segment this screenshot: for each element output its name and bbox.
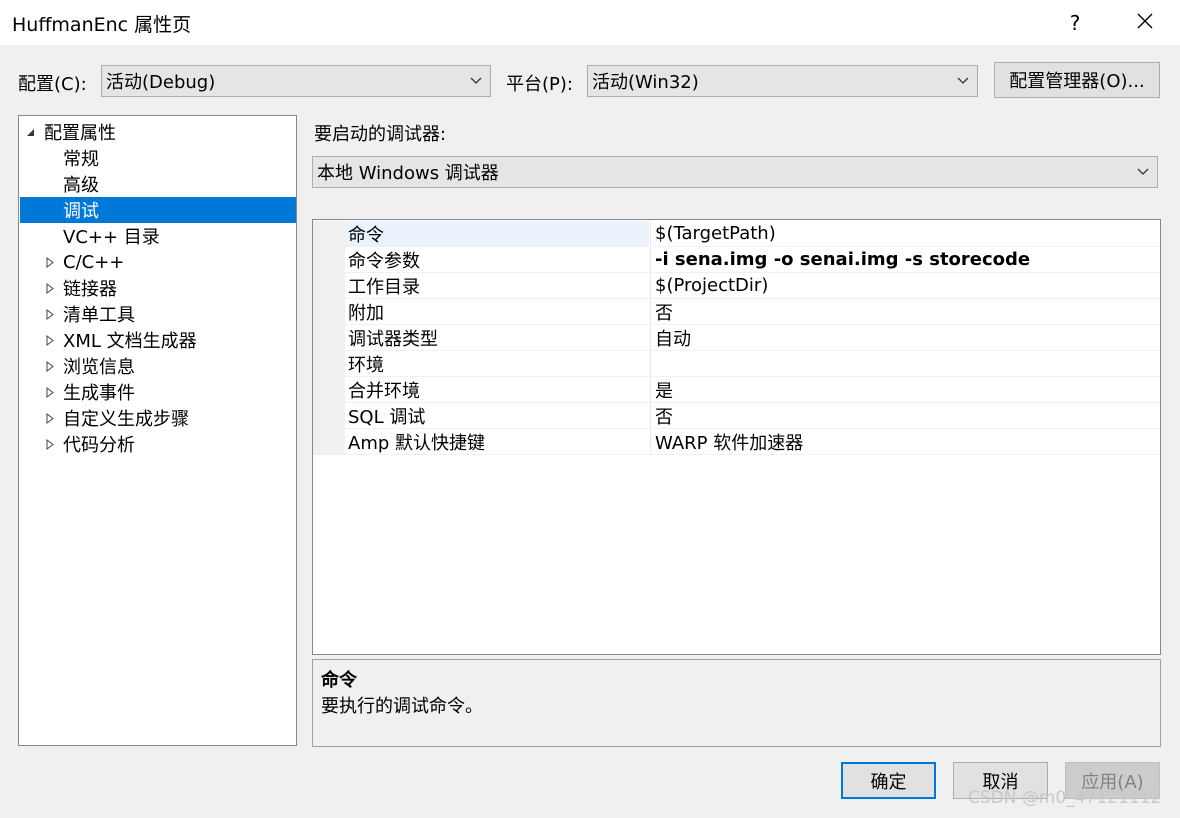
collapsed-triangle-icon[interactable]	[43, 405, 57, 431]
property-value[interactable]: 否	[650, 299, 1160, 325]
config-dropdown[interactable]: 活动(Debug)	[101, 65, 491, 97]
tree-item-label: 调试	[63, 201, 99, 222]
tree-item-manifest-tool[interactable]: 清单工具	[19, 301, 296, 327]
debugger-dropdown[interactable]: 本地 Windows 调试器	[312, 156, 1158, 188]
config-label: 配置(C):	[18, 74, 87, 95]
collapsed-triangle-icon[interactable]	[43, 327, 57, 353]
tree-item-custom-build-step[interactable]: 自定义生成步骤	[19, 405, 296, 431]
property-value[interactable]: $(TargetPath)	[650, 221, 1160, 247]
close-icon	[1136, 11, 1154, 35]
property-name: 环境	[345, 351, 649, 377]
debugger-value: 本地 Windows 调试器	[317, 163, 499, 184]
property-row[interactable]: 合并环境 是	[313, 377, 1160, 403]
property-row[interactable]: 调试器类型 自动	[313, 325, 1160, 351]
tree-root-config-properties[interactable]: 配置属性	[19, 119, 296, 145]
property-row[interactable]: 命令参数 -i sena.img -o senai.img -s storeco…	[313, 247, 1160, 273]
property-value[interactable]	[650, 351, 1160, 377]
tree-item-general[interactable]: 常规	[19, 145, 296, 171]
tree-item-label: 常规	[63, 149, 99, 170]
platform-dropdown[interactable]: 活动(Win32)	[587, 65, 978, 97]
chevron-down-icon	[462, 66, 490, 96]
tree-item-label: 代码分析	[63, 435, 135, 456]
property-row[interactable]: 附加 否	[313, 299, 1160, 325]
platform-label: 平台(P):	[506, 74, 573, 95]
tree-item-label: 浏览信息	[63, 357, 135, 378]
property-row[interactable]: SQL 调试 否	[313, 403, 1160, 429]
description-panel: 命令 要执行的调试命令。	[312, 659, 1161, 747]
config-value: 活动(Debug)	[106, 72, 216, 93]
property-name: 工作目录	[345, 273, 649, 299]
description-title: 命令	[321, 670, 357, 691]
property-grid: 命令 $(TargetPath) 命令参数 -i sena.img -o sen…	[312, 219, 1161, 655]
tree-item-label: VC++ 目录	[63, 227, 160, 248]
property-value[interactable]: $(ProjectDir)	[650, 273, 1160, 299]
description-text: 要执行的调试命令。	[321, 696, 483, 717]
property-row[interactable]: 命令 $(TargetPath)	[313, 221, 1160, 247]
help-button[interactable]: ?	[1044, 0, 1106, 45]
property-name: 命令	[345, 221, 649, 247]
tree-item-c-cpp[interactable]: C/C++	[19, 249, 296, 275]
property-name: 调试器类型	[345, 325, 649, 351]
tree-item-debugging[interactable]: 调试	[20, 197, 296, 223]
watermark: CSDN @m0_47121112	[968, 788, 1162, 808]
property-row[interactable]: 环境	[313, 351, 1160, 377]
tree-item-label: 生成事件	[63, 383, 135, 404]
tree-item-label: 自定义生成步骤	[63, 409, 189, 430]
tree-item-xml-doc-generator[interactable]: XML 文档生成器	[19, 327, 296, 353]
ok-button[interactable]: 确定	[841, 762, 936, 799]
debugger-label: 要启动的调试器:	[314, 124, 447, 145]
property-value[interactable]: -i sena.img -o senai.img -s storecode	[650, 247, 1160, 273]
property-row[interactable]: 工作目录 $(ProjectDir)	[313, 273, 1160, 299]
property-value[interactable]: 否	[650, 403, 1160, 429]
tree-item-code-analysis[interactable]: 代码分析	[19, 431, 296, 457]
tree-item-label: C/C++	[63, 251, 125, 273]
property-value[interactable]: 是	[650, 377, 1160, 403]
expanded-triangle-icon[interactable]	[23, 119, 37, 145]
tree-item-linker[interactable]: 链接器	[19, 275, 296, 301]
collapsed-triangle-icon[interactable]	[43, 379, 57, 405]
collapsed-triangle-icon[interactable]	[43, 301, 57, 327]
window-title: HuffmanEnc 属性页	[12, 14, 192, 36]
property-name: 合并环境	[345, 377, 649, 403]
property-row[interactable]: Amp 默认快捷键 WARP 软件加速器	[313, 429, 1160, 455]
tree-root-label: 配置属性	[44, 123, 116, 144]
close-button[interactable]	[1114, 0, 1176, 45]
collapsed-triangle-icon[interactable]	[43, 249, 57, 275]
collapsed-triangle-icon[interactable]	[43, 431, 57, 457]
tree-item-vc-directories[interactable]: VC++ 目录	[19, 223, 296, 249]
property-tree: 配置属性 常规 高级 调试 VC++ 目录 C/C++ 链接器 清单工具 XML…	[18, 115, 297, 746]
property-name: 命令参数	[345, 247, 649, 273]
tree-item-browse-info[interactable]: 浏览信息	[19, 353, 296, 379]
property-name: Amp 默认快捷键	[345, 429, 649, 455]
config-manager-button[interactable]: 配置管理器(O)...	[994, 62, 1160, 98]
tree-item-label: 链接器	[63, 279, 117, 300]
collapsed-triangle-icon[interactable]	[43, 275, 57, 301]
collapsed-triangle-icon[interactable]	[43, 353, 57, 379]
property-value[interactable]: WARP 软件加速器	[650, 429, 1160, 455]
tree-item-label: 清单工具	[63, 305, 135, 326]
property-value[interactable]: 自动	[650, 325, 1160, 351]
platform-value: 活动(Win32)	[592, 72, 699, 93]
tree-item-label: 高级	[63, 175, 99, 196]
property-name: SQL 调试	[345, 403, 649, 429]
tree-item-label: XML 文档生成器	[63, 331, 197, 352]
chevron-down-icon	[949, 66, 977, 96]
tree-item-build-events[interactable]: 生成事件	[19, 379, 296, 405]
property-name: 附加	[345, 299, 649, 325]
chevron-down-icon	[1129, 157, 1157, 187]
tree-item-advanced[interactable]: 高级	[19, 171, 296, 197]
